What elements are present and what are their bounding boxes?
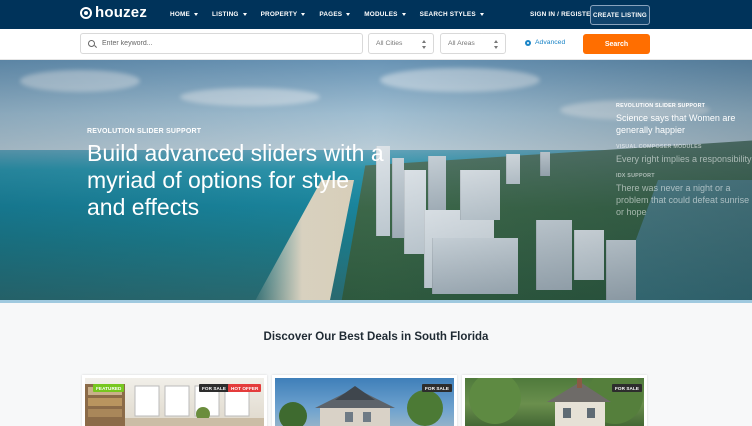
select-arrows-icon bbox=[422, 40, 427, 49]
slider-nav-text: Every right implies a responsibility bbox=[616, 154, 752, 164]
nav-property-label: PROPERTY bbox=[260, 11, 298, 18]
chevron-down-icon bbox=[301, 13, 306, 16]
create-listing-button[interactable]: CREATE LISTING bbox=[590, 5, 650, 25]
hero-title: Build advanced sliders with a myriad of … bbox=[87, 140, 384, 220]
search-button[interactable]: Search bbox=[583, 34, 650, 54]
property-card[interactable]: FOR SALE bbox=[462, 375, 647, 426]
hero-kicker: REVOLUTION SLIDER SUPPORT bbox=[87, 128, 202, 135]
top-navbar: houzez HOME LISTING PROPERTY PAGES MODUL… bbox=[0, 0, 752, 29]
keyword-field[interactable] bbox=[80, 33, 363, 54]
chevron-down-icon bbox=[193, 13, 198, 16]
featured-badge: FEATURED bbox=[93, 384, 125, 392]
for-sale-badge: FOR SALE bbox=[199, 384, 230, 392]
main-nav: HOME LISTING PROPERTY PAGES MODULES SEAR… bbox=[170, 0, 498, 29]
cities-select-value: All Cities bbox=[376, 40, 403, 47]
slider-nav-kicker: VISUAL COMPOSER MODULES bbox=[616, 144, 702, 150]
nav-pages-label: PAGES bbox=[319, 11, 343, 18]
property-image[interactable]: FEATURED FOR SALE HOT OFFER bbox=[85, 378, 264, 426]
nav-modules-label: MODULES bbox=[364, 11, 398, 18]
keyword-input[interactable] bbox=[102, 40, 342, 47]
slider-nav-text: Science says that Women are generally ha… bbox=[616, 113, 736, 135]
slider-progress-bar bbox=[0, 300, 752, 303]
slider-nav-kicker: REVOLUTION SLIDER SUPPORT bbox=[616, 103, 706, 109]
nav-search-styles-label: SEARCH STYLES bbox=[419, 11, 476, 18]
slider-nav-list: REVOLUTION SLIDER SUPPORT Science says t… bbox=[616, 103, 752, 226]
nav-listing[interactable]: LISTING bbox=[212, 11, 247, 18]
areas-select[interactable]: All Areas bbox=[440, 33, 506, 54]
search-bar: All Cities All Areas Advanced Search bbox=[0, 29, 752, 60]
signin-link[interactable]: SIGN IN / REGISTER bbox=[530, 11, 595, 18]
search-icon bbox=[88, 40, 95, 47]
page: houzez HOME LISTING PROPERTY PAGES MODUL… bbox=[0, 0, 752, 426]
hot-offer-badge: HOT OFFER bbox=[228, 384, 262, 392]
slider-nav-item[interactable]: REVOLUTION SLIDER SUPPORT Science says t… bbox=[616, 103, 752, 136]
nav-property[interactable]: PROPERTY bbox=[261, 11, 306, 18]
chevron-down-icon bbox=[401, 13, 406, 16]
logo[interactable]: houzez bbox=[80, 5, 147, 21]
property-image[interactable]: FOR SALE bbox=[465, 378, 644, 426]
select-arrows-icon bbox=[494, 40, 499, 49]
nav-home[interactable]: HOME bbox=[170, 11, 198, 18]
slider-nav-item[interactable]: VISUAL COMPOSER MODULES Every right impl… bbox=[616, 144, 752, 165]
property-card[interactable]: FOR SALE bbox=[272, 375, 457, 426]
chevron-down-icon bbox=[346, 13, 351, 16]
cities-select[interactable]: All Cities bbox=[368, 33, 434, 54]
nav-search-styles[interactable]: SEARCH STYLES bbox=[420, 11, 484, 18]
advanced-label: Advanced bbox=[535, 39, 566, 46]
advanced-toggle[interactable]: Advanced bbox=[525, 39, 565, 46]
slider-nav-item[interactable]: IDX SUPPORT There was never a night or a… bbox=[616, 173, 752, 218]
nav-modules[interactable]: MODULES bbox=[364, 11, 406, 18]
for-sale-badge: FOR SALE bbox=[612, 384, 643, 392]
for-sale-badge: FOR SALE bbox=[422, 384, 453, 392]
nav-pages[interactable]: PAGES bbox=[319, 11, 351, 18]
logo-text: houzez bbox=[95, 4, 148, 21]
chevron-down-icon bbox=[242, 13, 247, 16]
property-image[interactable]: FOR SALE bbox=[275, 378, 454, 426]
nav-listing-label: LISTING bbox=[211, 11, 239, 18]
gear-icon bbox=[525, 39, 531, 46]
slider-nav-text: There was never a night or a problem tha… bbox=[616, 183, 750, 217]
nav-home-label: HOME bbox=[170, 11, 190, 18]
logo-icon bbox=[80, 7, 92, 19]
chevron-down-icon bbox=[479, 13, 484, 16]
slider-nav-kicker: IDX SUPPORT bbox=[616, 173, 655, 179]
property-card[interactable]: FEATURED FOR SALE HOT OFFER bbox=[82, 375, 267, 426]
areas-select-value: All Areas bbox=[448, 40, 475, 47]
section-title: Discover Our Best Deals in South Florida bbox=[263, 331, 489, 343]
